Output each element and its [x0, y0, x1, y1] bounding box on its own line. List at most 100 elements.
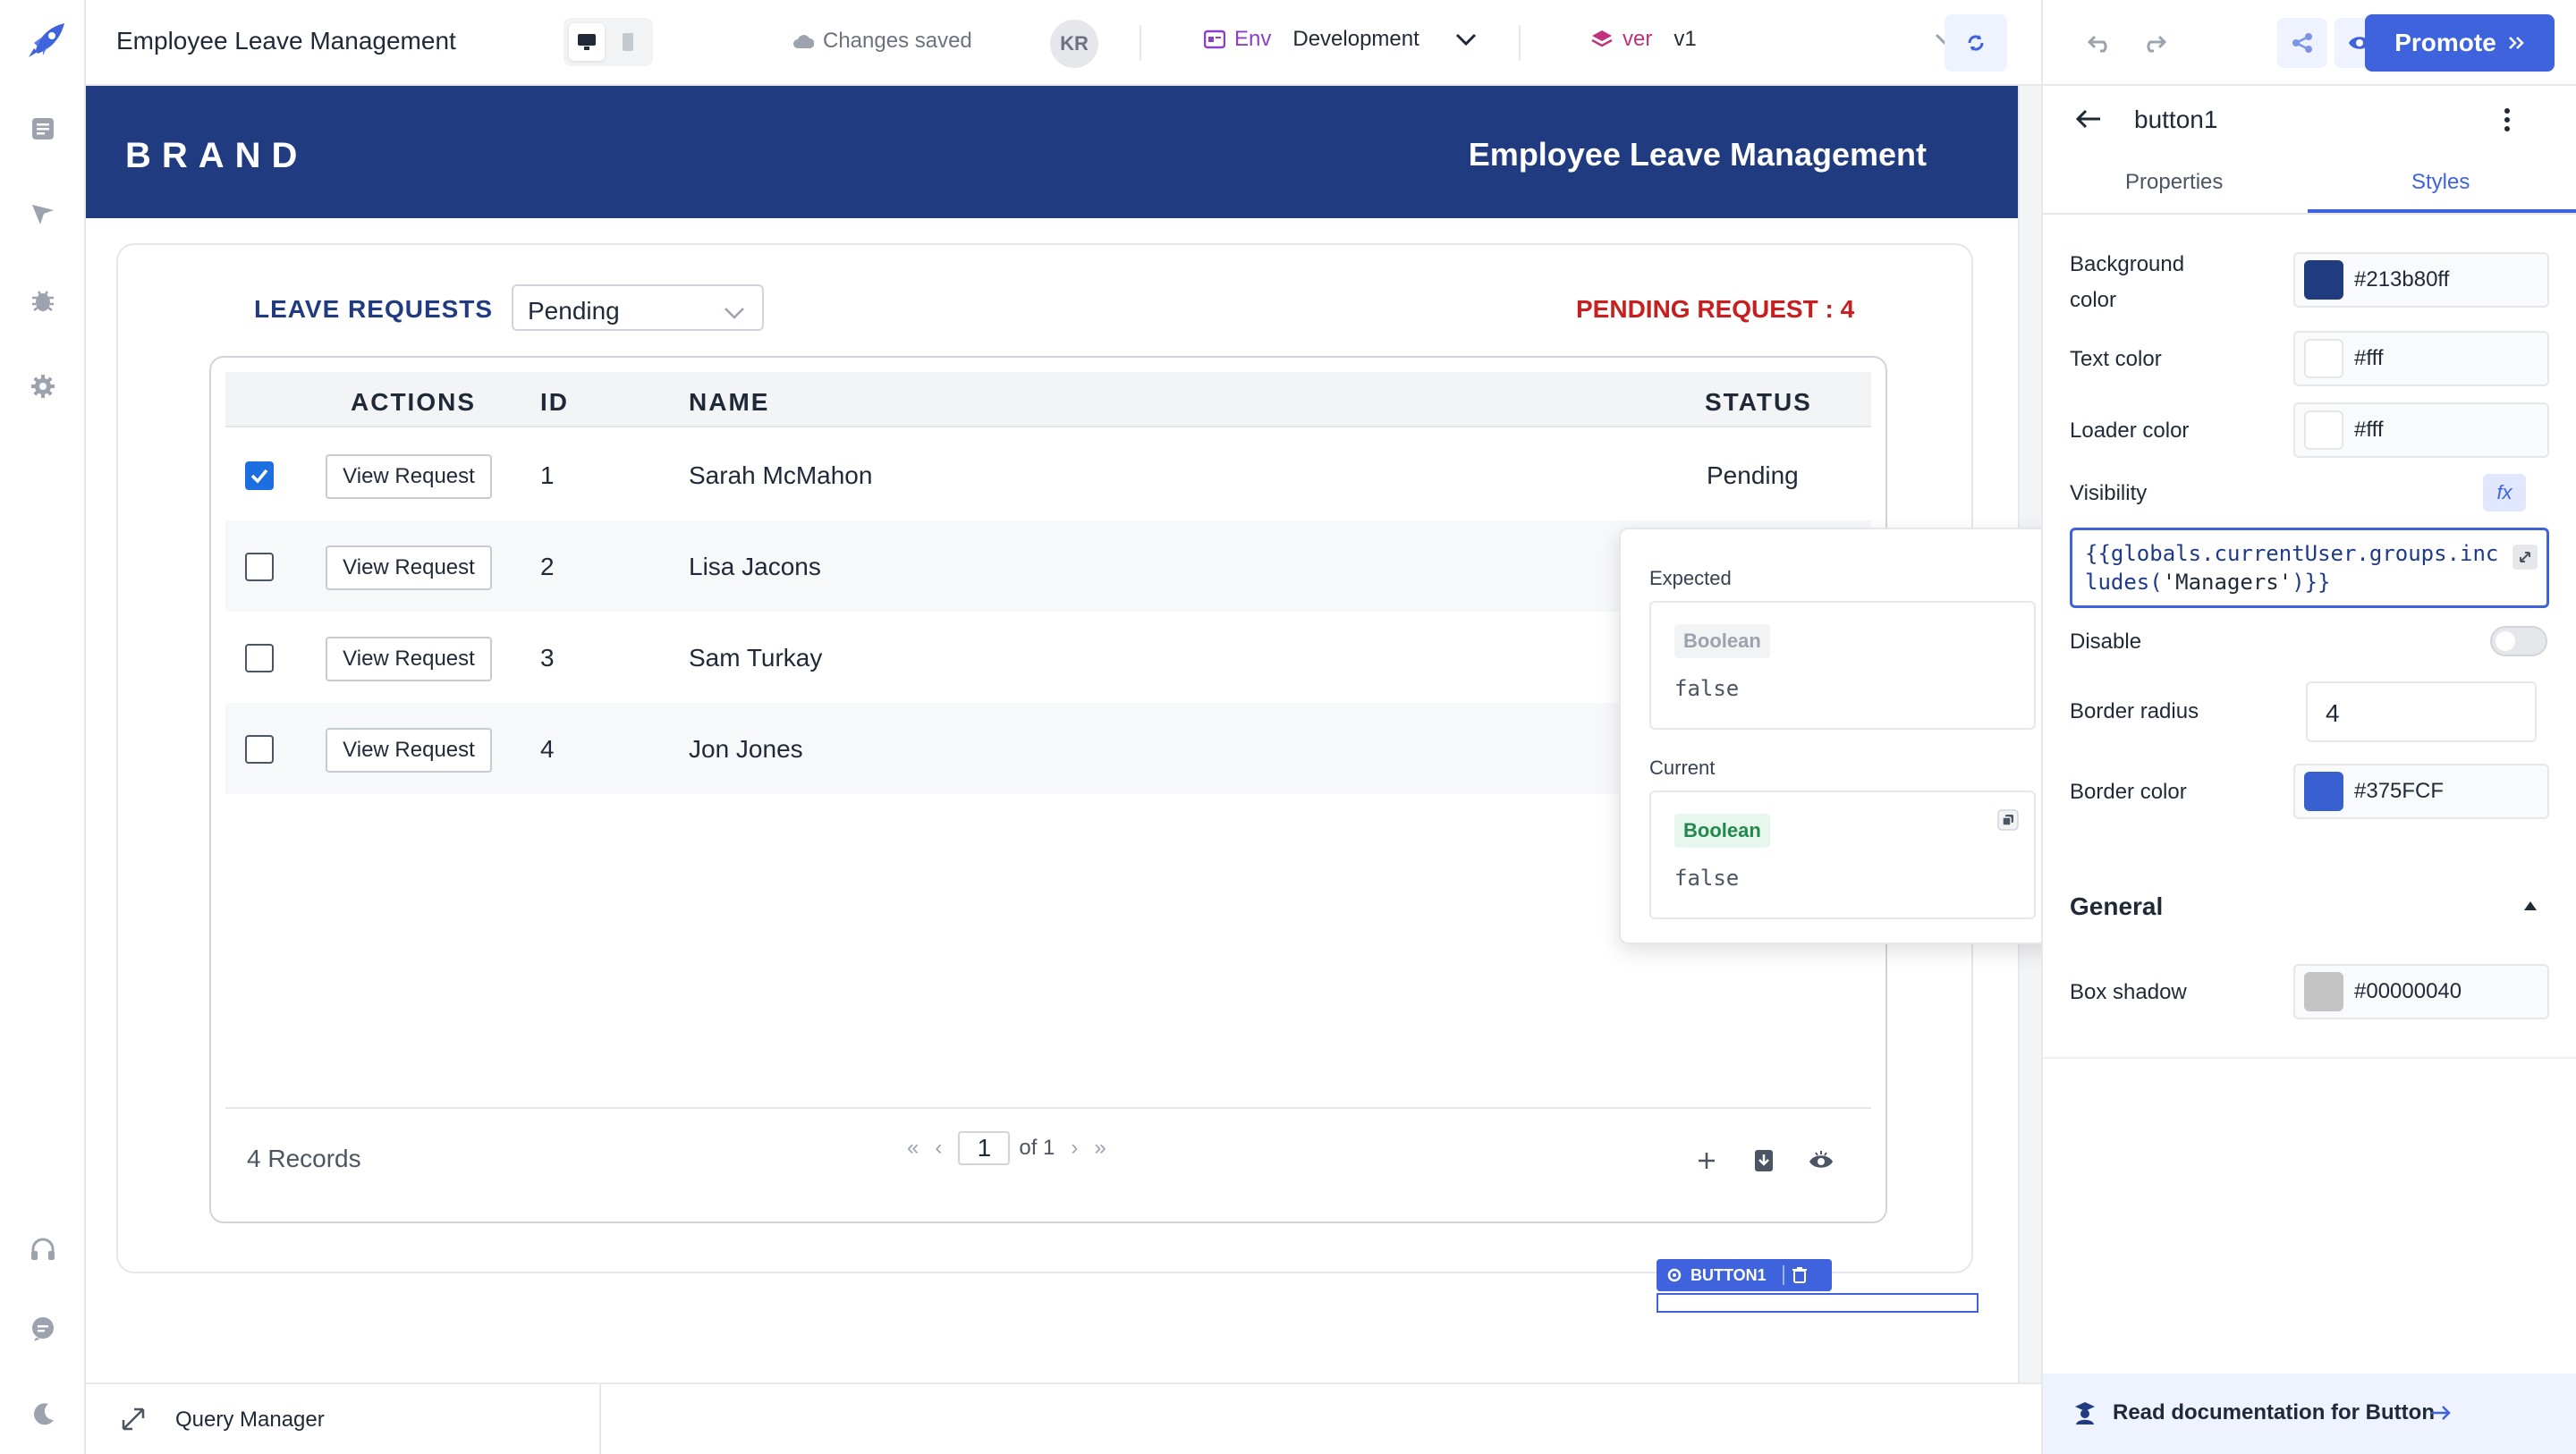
loader-color-swatch[interactable] — [2304, 410, 2343, 450]
visibility-eval-popover: Expected Boolean false Current Boolean f… — [1619, 528, 2064, 944]
next-page-icon[interactable]: › — [1071, 1136, 1078, 1161]
view-request-button[interactable]: View Request — [326, 454, 492, 499]
background-color-value: #213b80ff — [2354, 267, 2450, 292]
disable-toggle[interactable] — [2490, 626, 2547, 656]
desktop-view-icon[interactable] — [569, 23, 605, 61]
double-chevron-right-icon — [2508, 37, 2524, 49]
page-number-input[interactable]: 1 — [958, 1131, 1011, 1165]
version-value: v1 — [1674, 27, 1697, 51]
view-request-button[interactable]: View Request — [326, 728, 492, 773]
column-header-status[interactable]: STATUS — [1705, 388, 1812, 417]
widget-name: BUTTON1 — [1690, 1265, 1767, 1284]
prev-page-icon[interactable]: ‹ — [935, 1136, 942, 1161]
top-bar: Employee Leave Management Changes saved … — [86, 0, 2041, 86]
cell-name: Jon Jones — [689, 735, 803, 763]
dark-mode-moon-icon[interactable] — [25, 1397, 61, 1433]
share-icon — [2292, 33, 2312, 53]
more-options-icon[interactable] — [2501, 106, 2513, 139]
refresh-icon — [1968, 35, 1984, 51]
column-visibility-eye-icon[interactable] — [1803, 1143, 1839, 1179]
undo-icon[interactable] — [2082, 25, 2118, 61]
expected-value: false — [1674, 676, 1740, 701]
trash-icon[interactable] — [1792, 1266, 1808, 1284]
first-page-icon[interactable]: « — [907, 1136, 919, 1161]
env-label: Env — [1234, 27, 1272, 51]
copy-icon[interactable] — [1996, 808, 2020, 836]
text-color-swatch[interactable] — [2304, 339, 2343, 378]
background-color-input[interactable]: #213b80ff — [2293, 252, 2549, 308]
box-shadow-input[interactable]: #00000040 — [2293, 964, 2549, 1019]
tab-properties[interactable]: Properties — [2125, 170, 2223, 195]
selected-widget-tag[interactable]: BUTTON1 — [1657, 1259, 1832, 1291]
background-color-swatch[interactable] — [2304, 260, 2343, 300]
text-color-label: Text color — [2070, 347, 2162, 371]
current-label: Current — [1649, 757, 1716, 779]
cell-name: Sam Turkay — [689, 644, 823, 672]
row-checkbox[interactable] — [245, 553, 274, 581]
sync-button[interactable] — [1945, 14, 2007, 72]
view-request-button[interactable]: View Request — [326, 637, 492, 681]
expand-editor-icon[interactable] — [2512, 545, 2538, 570]
user-avatar[interactable]: KR — [1050, 20, 1098, 68]
border-radius-input[interactable]: 4 — [2306, 681, 2537, 742]
general-section-header[interactable]: General — [2070, 892, 2163, 921]
back-arrow-icon[interactable] — [2075, 107, 2102, 135]
column-header-actions[interactable]: ACTIONS — [351, 388, 476, 417]
collapse-caret-icon[interactable] — [2522, 900, 2538, 917]
divider — [599, 1384, 601, 1454]
download-icon[interactable] — [1746, 1143, 1782, 1179]
pending-request-count: PENDING REQUEST : 4 — [1576, 295, 1855, 323]
inspect-icon[interactable] — [25, 197, 61, 232]
divider — [225, 1107, 1871, 1109]
code-string-literal: 'Managers' — [2162, 570, 2292, 595]
promote-button[interactable]: Promote — [2365, 14, 2555, 72]
border-color-swatch[interactable] — [2304, 772, 2343, 811]
row-checkbox[interactable] — [245, 735, 274, 764]
chevron-down-icon[interactable] — [1454, 32, 1478, 51]
text-color-input[interactable]: #fff — [2293, 331, 2549, 386]
table-row[interactable]: View Request 1 Sarah McMahon Pending — [225, 429, 1871, 520]
page-total: of 1 — [1019, 1136, 1055, 1160]
share-button[interactable] — [2277, 18, 2327, 68]
documentation-link[interactable]: Read documentation for Button — [2043, 1374, 2576, 1454]
rocket-logo-icon[interactable] — [16, 16, 70, 70]
column-header-id[interactable]: ID — [540, 388, 569, 417]
environment-selector[interactable]: Env Development — [1204, 27, 1419, 52]
visibility-code-editor[interactable]: {{globals.currentUser.groups.includes('M… — [2070, 528, 2549, 608]
row-checkbox[interactable] — [245, 644, 274, 672]
expected-type-badge: Boolean — [1674, 624, 1770, 658]
border-color-input[interactable]: #375FCF — [2293, 764, 2549, 819]
app-header: BRAND Employee Leave Management — [86, 86, 2018, 218]
row-checkbox[interactable] — [245, 461, 274, 490]
pages-icon[interactable] — [25, 111, 61, 147]
pagination: « ‹ 1 of 1 › » — [907, 1130, 1106, 1166]
version-selector[interactable]: ver v1 — [1590, 27, 1697, 52]
disable-label: Disable — [2070, 630, 2142, 654]
loader-color-input[interactable]: #fff — [2293, 402, 2549, 458]
support-headset-icon[interactable] — [25, 1232, 61, 1268]
column-header-name[interactable]: NAME — [689, 388, 769, 417]
redo-icon[interactable] — [2136, 25, 2172, 61]
box-shadow-swatch[interactable] — [2304, 972, 2343, 1011]
query-manager-bar[interactable]: Query Manager — [86, 1382, 2041, 1454]
tab-styles[interactable]: Styles — [2411, 170, 2470, 195]
query-manager-label[interactable]: Query Manager — [175, 1408, 325, 1433]
divider — [1519, 25, 1521, 61]
current-value-box: Boolean false — [1649, 790, 2036, 919]
inspector-tabs: Properties Styles — [2043, 147, 2576, 215]
view-request-button[interactable]: View Request — [326, 545, 492, 590]
app-title[interactable]: Employee Leave Management — [116, 27, 456, 55]
component-name[interactable]: button1 — [2134, 106, 2217, 134]
current-type-badge: Boolean — [1674, 814, 1770, 848]
cell-id: 3 — [540, 644, 555, 672]
debugger-bug-icon[interactable] — [25, 283, 61, 318]
status-filter-dropdown[interactable]: Pending — [512, 284, 764, 331]
last-page-icon[interactable]: » — [1094, 1136, 1106, 1161]
fx-toggle-button[interactable]: fx — [2483, 474, 2526, 511]
expand-icon[interactable] — [120, 1406, 147, 1437]
button1-widget[interactable] — [1657, 1293, 1979, 1313]
settings-gear-icon[interactable] — [25, 368, 61, 404]
mobile-view-icon[interactable] — [610, 23, 646, 61]
chat-icon[interactable] — [25, 1311, 61, 1347]
add-row-icon[interactable] — [1689, 1143, 1724, 1179]
